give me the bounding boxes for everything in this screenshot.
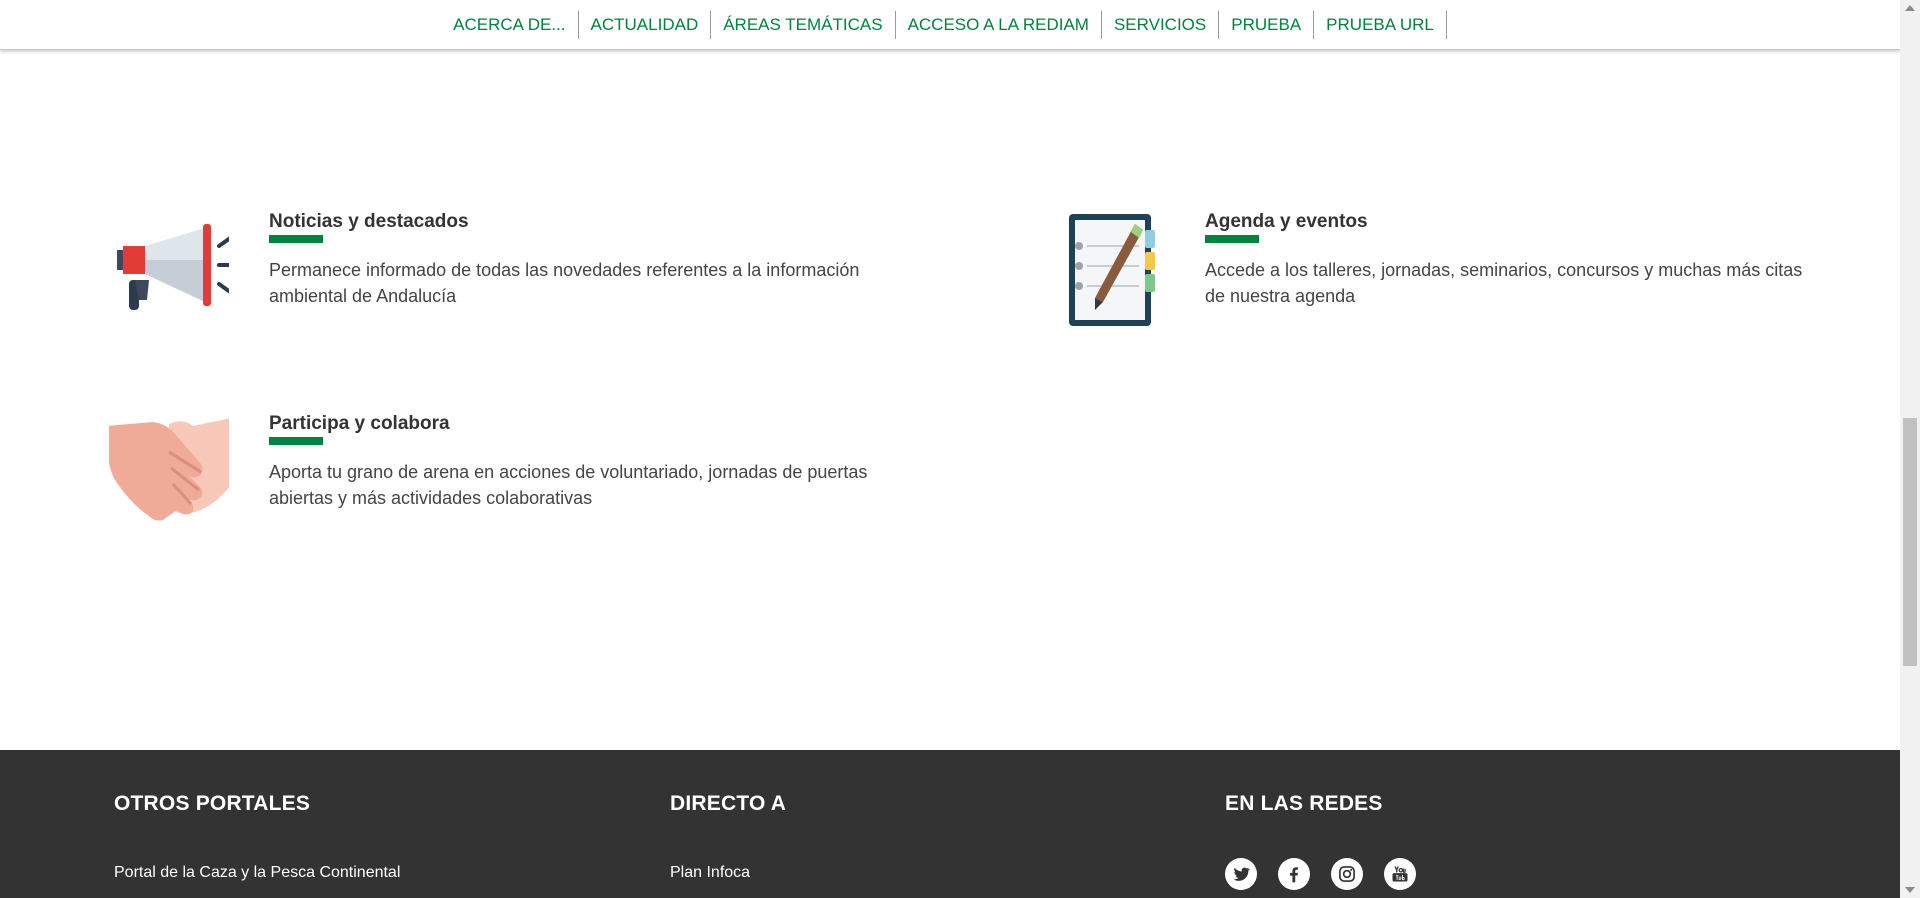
footer-heading: DIRECTO A (670, 792, 787, 815)
nav-item-actualidad[interactable]: ACTUALIDAD (579, 11, 712, 39)
top-navigation: ACERCA DE... ACTUALIDAD ÁREAS TEMÁTICAS … (0, 0, 1900, 50)
facebook-icon[interactable] (1278, 858, 1310, 890)
twitter-icon[interactable] (1225, 858, 1257, 890)
instagram-icon[interactable] (1331, 858, 1363, 890)
card-agenda-title[interactable]: Agenda y eventos (1205, 210, 1805, 234)
nav-item-acceso-rediam[interactable]: ACCESO A LA REDIAM (896, 11, 1102, 39)
title-underline (269, 437, 323, 445)
card-agenda-text: Agenda y eventos Accede a los talleres, … (1205, 210, 1805, 309)
card-participa[interactable]: Participa y colabora Aporta tu grano de … (106, 412, 867, 542)
card-participa-text: Participa y colabora Aporta tu grano de … (269, 412, 869, 511)
scrollbar[interactable] (1900, 0, 1920, 898)
nav-list: ACERCA DE... ACTUALIDAD ÁREAS TEMÁTICAS … (0, 0, 1900, 50)
card-participa-description: Aporta tu grano de arena en acciones de … (269, 462, 868, 508)
card-agenda-description: Accede a los talleres, jornadas, seminar… (1205, 260, 1803, 306)
footer-col-directo-a: DIRECTO A Plan Infoca (670, 792, 786, 882)
card-noticias[interactable]: Noticias y destacados Permanece informad… (109, 210, 859, 340)
scroll-down-arrow-icon[interactable] (1905, 887, 1915, 893)
nav-item-prueba-url[interactable]: PRUEBA URL (1314, 11, 1447, 39)
title-underline (1205, 235, 1259, 243)
footer-link-plan-infoca[interactable]: Plan Infoca (670, 864, 786, 882)
megaphone-icon (109, 210, 237, 330)
footer-heading: EN LAS REDES (1225, 792, 1383, 815)
notebook-pen-icon (1045, 210, 1165, 330)
nav-item-acerca-de[interactable]: ACERCA DE... (453, 11, 579, 39)
nav-item-prueba[interactable]: PRUEBA (1219, 11, 1315, 39)
footer: OTROS PORTALES Portal de la Caza y la Pe… (0, 750, 1900, 898)
card-participa-title[interactable]: Participa y colabora (269, 412, 869, 436)
scroll-up-arrow-icon[interactable] (1905, 5, 1915, 11)
page: ACERCA DE... ACTUALIDAD ÁREAS TEMÁTICAS … (0, 0, 1900, 898)
footer-col-otros-portales: OTROS PORTALES Portal de la Caza y la Pe… (114, 792, 400, 882)
handshake-icon (106, 412, 247, 532)
nav-item-servicios[interactable]: SERVICIOS (1102, 11, 1220, 39)
footer-link-caza-pesca[interactable]: Portal de la Caza y la Pesca Continental (114, 864, 400, 882)
nav-item-areas-tematicas[interactable]: ÁREAS TEMÁTICAS (711, 11, 896, 39)
card-noticias-text: Noticias y destacados Permanece informad… (269, 210, 869, 309)
youtube-icon[interactable] (1384, 858, 1416, 890)
scrollbar-thumb[interactable] (1903, 418, 1917, 666)
card-agenda[interactable]: Agenda y eventos Accede a los talleres, … (1045, 210, 1802, 340)
card-noticias-description: Permanece informado de todas las novedad… (269, 260, 860, 306)
card-noticias-title[interactable]: Noticias y destacados (269, 210, 869, 234)
title-underline (269, 235, 323, 243)
footer-heading: OTROS PORTALES (114, 792, 311, 815)
social-links (1225, 858, 1416, 890)
footer-col-en-las-redes: EN LAS REDES (1225, 792, 1416, 890)
